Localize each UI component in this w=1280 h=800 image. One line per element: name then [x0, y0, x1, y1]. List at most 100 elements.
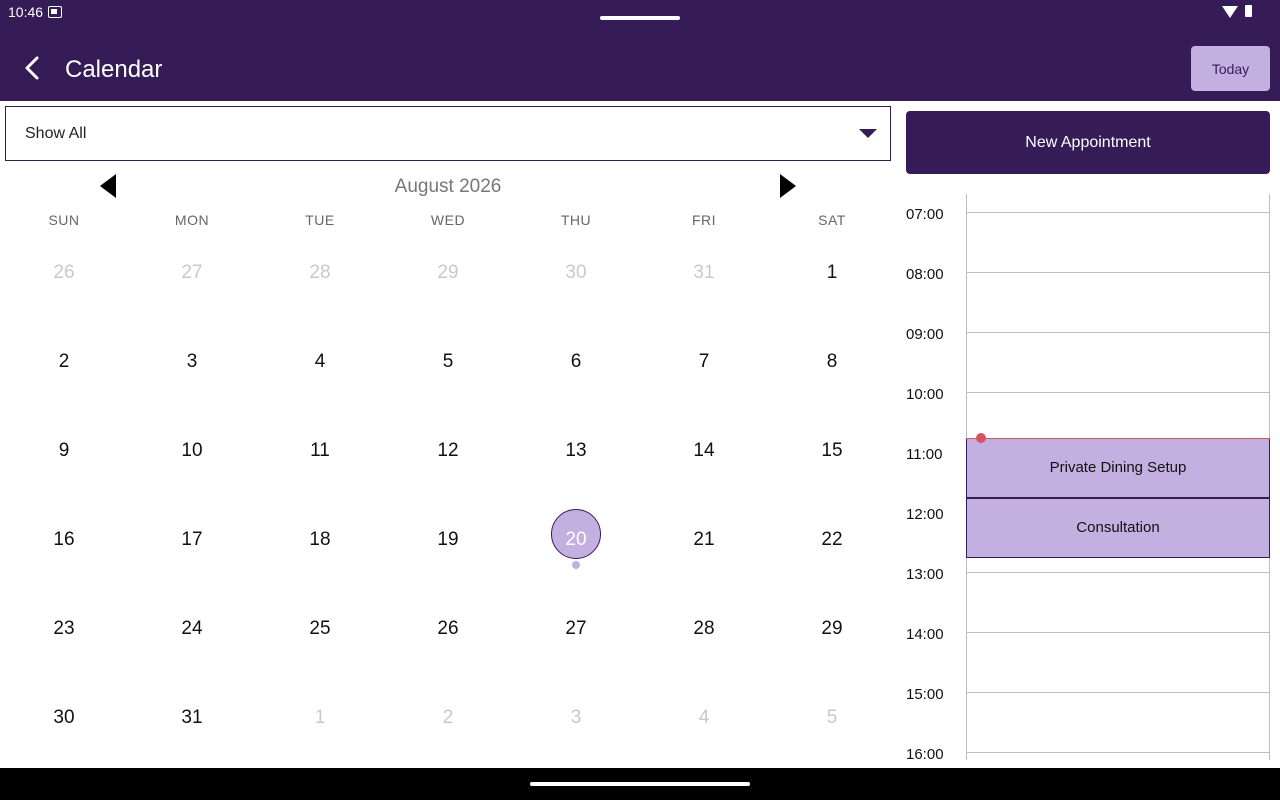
- calendar-day[interactable]: 16: [0, 495, 128, 584]
- calendar-day[interactable]: 1: [768, 228, 896, 317]
- hour-label: 13:00: [906, 566, 944, 583]
- appointment-title: Consultation: [1076, 519, 1160, 536]
- calendar-day[interactable]: 28: [640, 584, 768, 673]
- calendar-day[interactable]: 13: [512, 406, 640, 495]
- calendar-day[interactable]: 5: [384, 317, 512, 406]
- day-number: 3: [570, 707, 582, 728]
- calendar-day[interactable]: 27: [512, 584, 640, 673]
- calendar-week-row: 2 3 4 5 6 7 8: [0, 317, 896, 406]
- day-number: 14: [693, 440, 715, 461]
- calendar-day[interactable]: 28: [256, 228, 384, 317]
- status-pill: [600, 16, 680, 20]
- system-nav-bar: [0, 768, 1280, 800]
- hour-label: 15:00: [906, 686, 944, 703]
- calendar-day[interactable]: 2: [0, 317, 128, 406]
- back-arrow-icon[interactable]: [18, 54, 46, 82]
- hour-slot[interactable]: 14:00: [900, 614, 1280, 674]
- calendar-day[interactable]: 3: [128, 317, 256, 406]
- calendar-day[interactable]: 18: [256, 495, 384, 584]
- calendar-day[interactable]: 25: [256, 584, 384, 673]
- calendar-day[interactable]: 4: [256, 317, 384, 406]
- calendar-day[interactable]: 15: [768, 406, 896, 495]
- calendar-day[interactable]: 10: [128, 406, 256, 495]
- current-time-line: [966, 438, 1270, 439]
- calendar-day[interactable]: 6: [512, 317, 640, 406]
- calendar-day[interactable]: 29: [384, 228, 512, 317]
- day-number: 16: [53, 529, 75, 550]
- calendar-day[interactable]: 26: [384, 584, 512, 673]
- new-appointment-button[interactable]: New Appointment: [906, 111, 1270, 174]
- appointment-title: Private Dining Setup: [1049, 459, 1187, 476]
- calendar-day[interactable]: 27: [128, 228, 256, 317]
- dropdown-caret-icon: [859, 129, 877, 138]
- day-number: 18: [309, 529, 331, 550]
- calendar-day[interactable]: 31: [640, 228, 768, 317]
- day-number: 27: [181, 262, 203, 283]
- appointment-block[interactable]: Consultation: [966, 498, 1270, 558]
- calendar-day[interactable]: 31: [128, 673, 256, 762]
- status-time: 10:46: [8, 4, 44, 20]
- today-button[interactable]: Today: [1191, 46, 1270, 91]
- calendar-day[interactable]: 23: [0, 584, 128, 673]
- calendar-day[interactable]: 7: [640, 317, 768, 406]
- calendar-day[interactable]: 21: [640, 495, 768, 584]
- calendar-day[interactable]: 12: [384, 406, 512, 495]
- day-number: 1: [826, 262, 838, 283]
- app-bar: Calendar Today: [0, 36, 1280, 101]
- hour-slot[interactable]: 10:00: [900, 374, 1280, 434]
- calendar-week-row: 30 31 1 2 3 4 5: [0, 673, 896, 762]
- hour-slot[interactable]: 09:00: [900, 314, 1280, 374]
- filter-selected-value: Show All: [25, 125, 87, 142]
- calendar-day[interactable]: 26: [0, 228, 128, 317]
- day-number: 29: [821, 618, 843, 639]
- day-number: 7: [698, 351, 710, 372]
- calendar-week-row: 9 10 11 12 13 14 15: [0, 406, 896, 495]
- appointment-block[interactable]: Private Dining Setup: [966, 438, 1270, 498]
- hour-label: 11:00: [906, 446, 943, 463]
- calendar-day[interactable]: 24: [128, 584, 256, 673]
- next-month-icon[interactable]: [780, 174, 796, 198]
- day-number: 13: [565, 440, 587, 461]
- hour-gridline: [966, 692, 1270, 693]
- home-gesture-handle[interactable]: [530, 782, 750, 786]
- calendar-day[interactable]: 8: [768, 317, 896, 406]
- day-number: 28: [309, 262, 331, 283]
- filter-dropdown[interactable]: Show All: [5, 106, 891, 161]
- calendar-day[interactable]: 5: [768, 673, 896, 762]
- calendar-day[interactable]: 22: [768, 495, 896, 584]
- hour-slot[interactable]: 08:00: [900, 254, 1280, 314]
- calendar-day[interactable]: 29: [768, 584, 896, 673]
- day-number: 28: [693, 618, 715, 639]
- month-navigation: August 2026: [0, 166, 896, 210]
- day-number: 19: [437, 529, 459, 550]
- calendar-day[interactable]: 11: [256, 406, 384, 495]
- calendar-grid: 26 27 28 29 30 31 1 2 3 4 5 6 7 8 9 10 11 12 13 14 15 16 17 18 1…: [0, 228, 896, 762]
- hour-slot[interactable]: 15:00: [900, 674, 1280, 734]
- calendar-day[interactable]: 30: [0, 673, 128, 762]
- hour-gridline: [966, 332, 1270, 333]
- day-number: 12: [437, 440, 459, 461]
- calendar-day[interactable]: 9: [0, 406, 128, 495]
- calendar-day[interactable]: 30: [512, 228, 640, 317]
- calendar-day[interactable]: 2: [384, 673, 512, 762]
- status-bar: 10:46: [0, 0, 1280, 36]
- calendar-week-row: 23 24 25 26 27 28 29: [0, 584, 896, 673]
- day-number: 20: [565, 529, 587, 550]
- day-number: 9: [58, 440, 70, 461]
- calendar-day[interactable]: 4: [640, 673, 768, 762]
- hour-gridline: [966, 572, 1270, 573]
- calendar-day[interactable]: 3: [512, 673, 640, 762]
- calendar-day[interactable]: 14: [640, 406, 768, 495]
- day-number: 30: [565, 262, 587, 283]
- hour-slot[interactable]: 13:00: [900, 554, 1280, 614]
- calendar-day-selected[interactable]: 20: [512, 495, 640, 584]
- day-number: 5: [442, 351, 454, 372]
- calendar-day[interactable]: 19: [384, 495, 512, 584]
- hour-slot[interactable]: 07:00: [900, 194, 1280, 254]
- hour-slot[interactable]: 16:00: [900, 734, 1280, 760]
- calendar-day[interactable]: 1: [256, 673, 384, 762]
- day-number: 26: [437, 618, 459, 639]
- day-schedule[interactable]: 07:00 08:00 09:00 10:00 11:00 12:00 13:00 14:00…: [900, 194, 1280, 760]
- calendar-day[interactable]: 17: [128, 495, 256, 584]
- day-number: 4: [698, 707, 710, 728]
